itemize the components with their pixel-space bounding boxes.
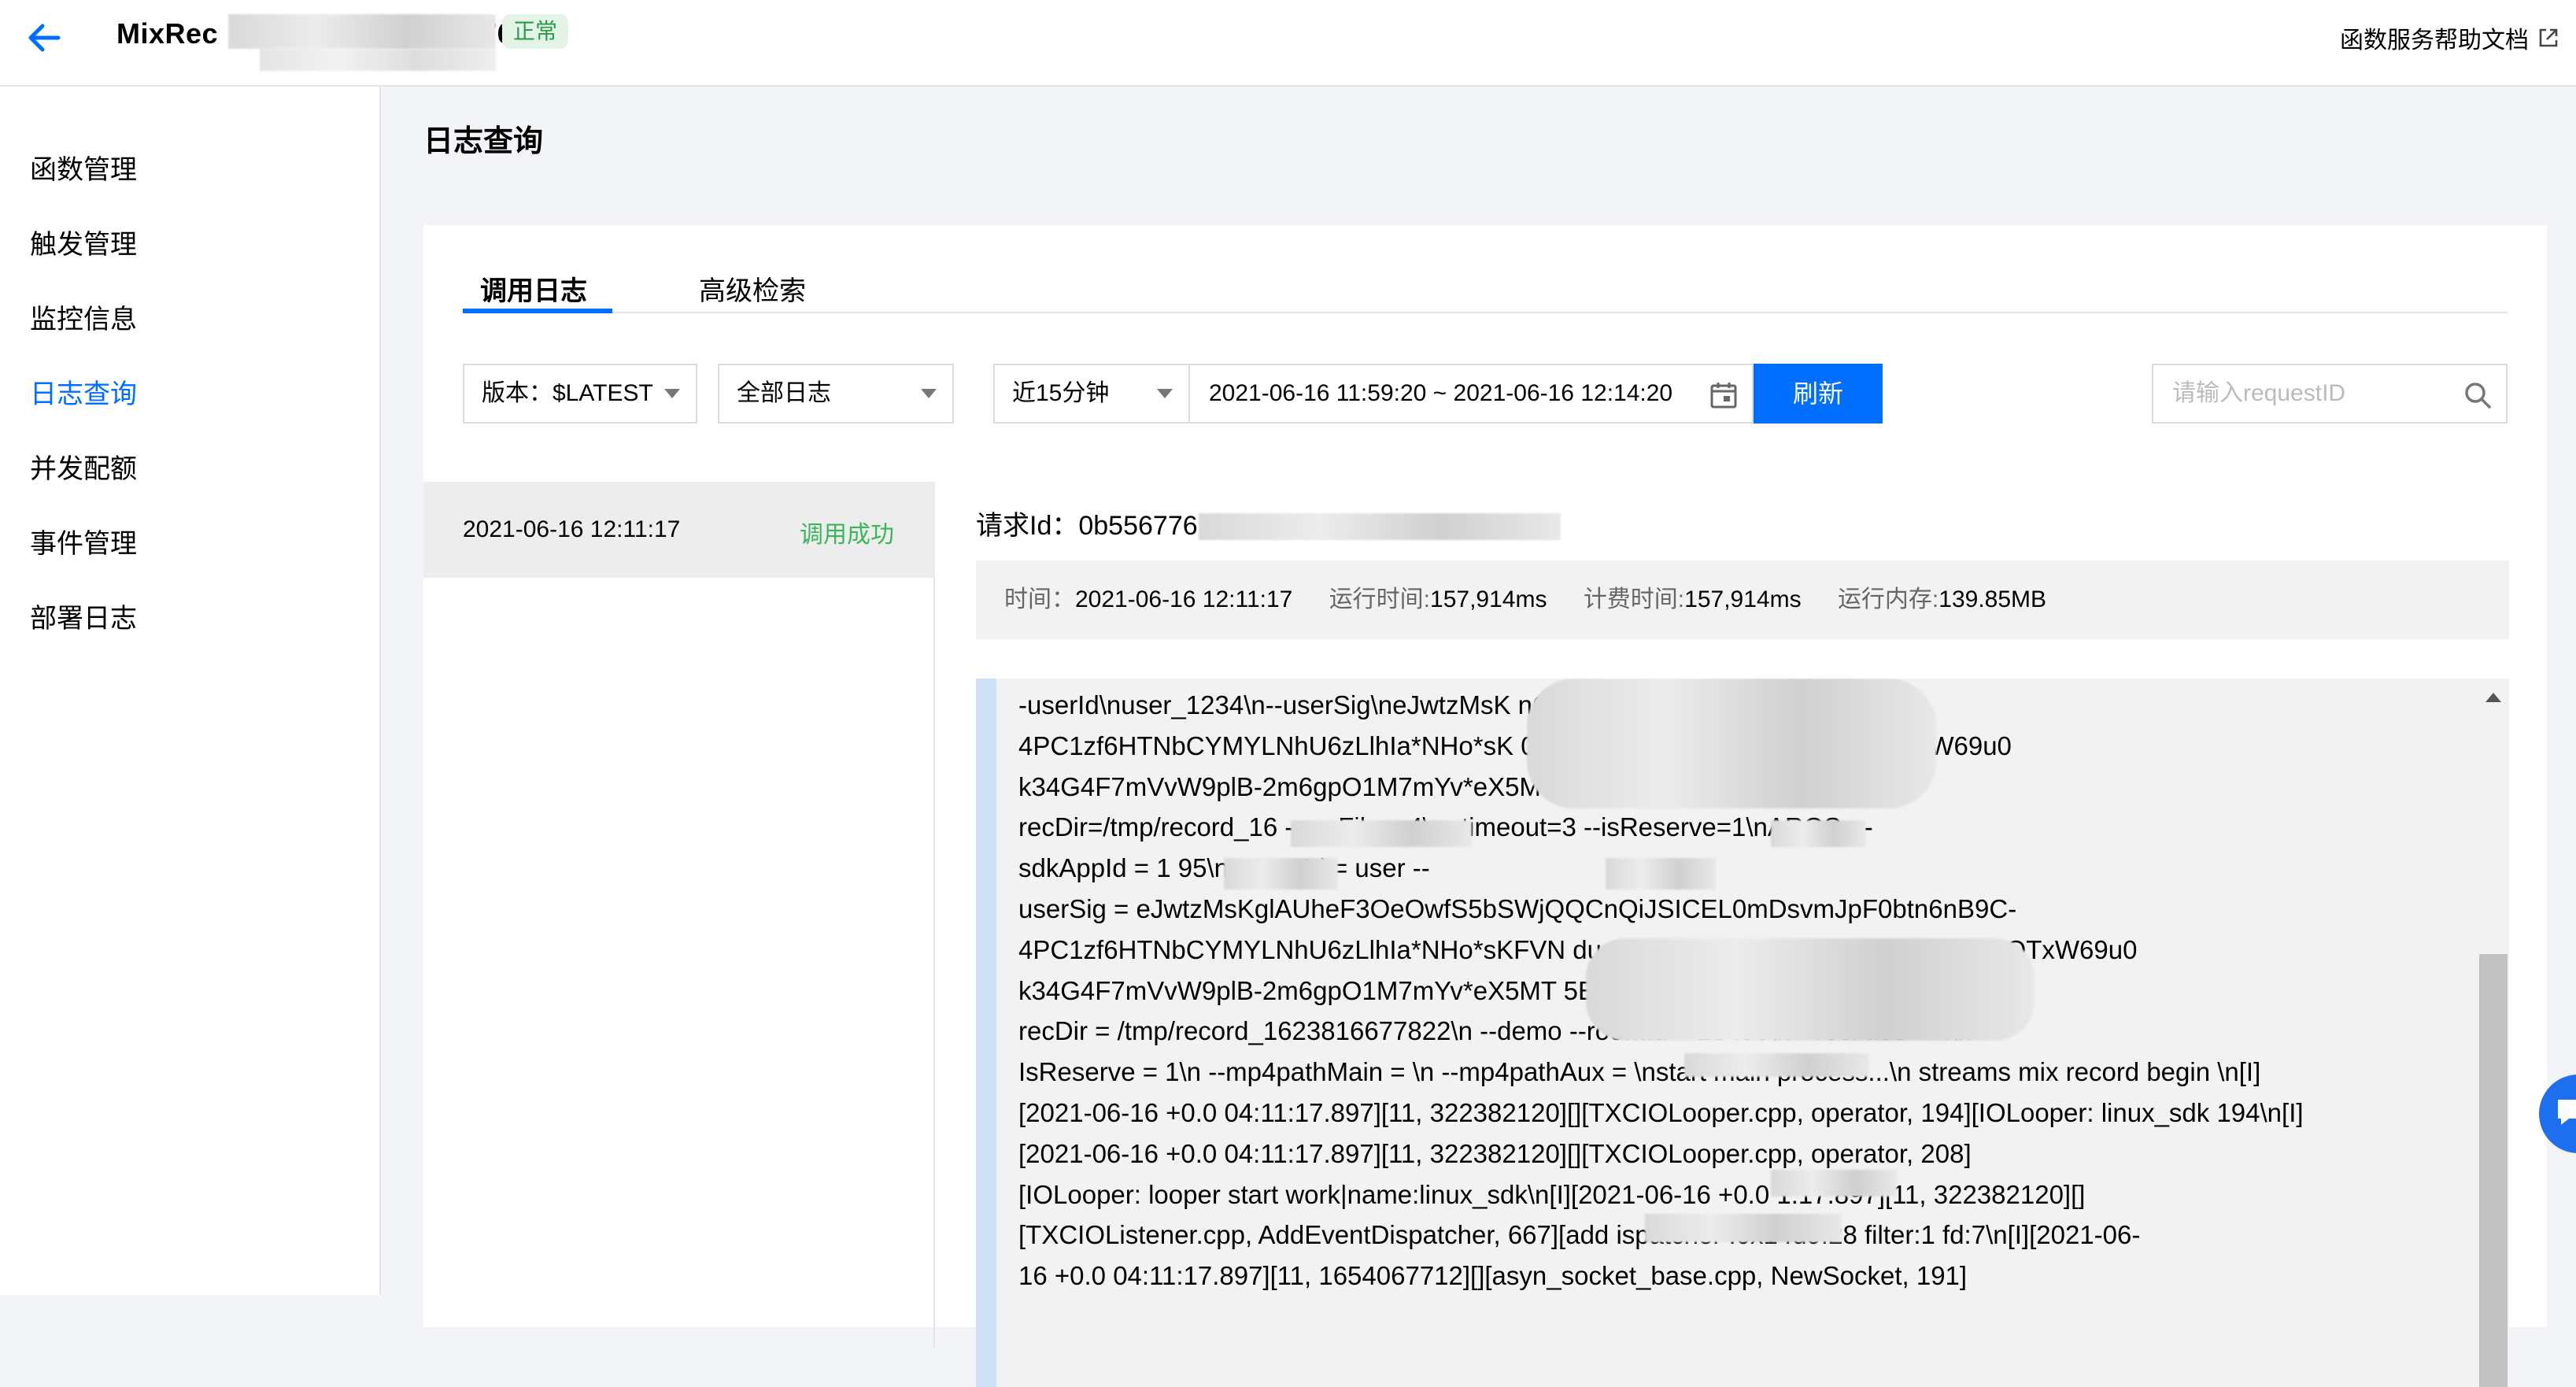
caret-down-icon (921, 389, 937, 398)
back-button[interactable] (22, 16, 66, 60)
sidebar-item-concurrency-quota[interactable]: 并发配额 (30, 447, 137, 486)
chat-icon (2558, 1100, 2576, 1125)
request-id-input[interactable] (2153, 365, 2437, 422)
tab-bar: 调用日志 高级检索 (463, 269, 2508, 313)
date-range-picker[interactable]: 2021-06-16 11:59:20 ~ 2021-06-16 12:14:2… (1188, 364, 1754, 423)
log-list: 2021-06-16 12:11:17 调用成功 (423, 482, 935, 1348)
tab-invocation-logs[interactable]: 调用日志 (480, 269, 587, 313)
refresh-button[interactable]: 刷新 (1754, 364, 1883, 423)
version-select[interactable]: 版本：$LATEST (463, 364, 697, 423)
log-line: userSig = eJwtzMsKglAUheF3OeOwfS5bSWjQQC… (1018, 893, 2017, 923)
redacted-area (1771, 820, 1865, 847)
page-title: 日志查询 (423, 125, 544, 158)
top-header: MixRec1623317776 正常 函数服务帮助文档 (0, 0, 2576, 87)
date-range-value: 2021-06-16 11:59:20 ~ 2021-06-16 12:14:2… (1209, 380, 1673, 406)
scroll-up-arrow-icon[interactable] (2485, 693, 2501, 702)
redacted-area (1771, 1170, 1897, 1197)
redacted-area (1224, 858, 1338, 890)
log-line: [2021-06-16 +0.0 04:11:17.897][11, 32238… (1018, 1097, 2304, 1127)
redacted-area (260, 49, 496, 71)
log-scrollbar-thumb[interactable] (2479, 954, 2508, 1387)
log-type-select[interactable]: 全部日志 (718, 364, 954, 423)
time-span-select[interactable]: 近15分钟 (993, 364, 1190, 423)
caret-down-icon (664, 389, 680, 398)
log-line: 16 +0.0 04:11:17.897][11, 1654067712][][… (1018, 1261, 1968, 1291)
redacted-area (1684, 1053, 1869, 1077)
search-icon[interactable] (2462, 379, 2493, 411)
log-line: [IOLooper: looper start work|name:linux_… (1018, 1179, 2086, 1209)
log-item-status: 调用成功 (800, 522, 894, 548)
time-span-select-value: 近15分钟 (1012, 380, 1110, 406)
active-tab-indicator (463, 309, 612, 313)
log-line: recDir=/tmp/record_16 --recFiles=4\n--ti… (1018, 812, 1873, 842)
log-item-time: 2021-06-16 12:11:17 (463, 516, 681, 542)
log-level-bar (976, 679, 996, 1387)
sidebar-item-deploy-logs[interactable]: 部署日志 (30, 597, 137, 635)
redacted-area (1291, 820, 1472, 847)
sidebar-item-monitoring[interactable]: 监控信息 (30, 298, 137, 336)
function-title-prefix: MixRec (116, 17, 219, 50)
sidebar-item-function-management[interactable]: 函数管理 (30, 148, 137, 187)
log-type-select-value: 全部日志 (737, 380, 831, 406)
redacted-area (1645, 1214, 1842, 1242)
list-item[interactable]: 2021-06-16 12:11:17 调用成功 (423, 482, 935, 578)
request-id-search (2152, 364, 2508, 423)
redacted-area (1527, 679, 1936, 808)
sidebar-item-log-query[interactable]: 日志查询 (30, 372, 137, 411)
log-line: [2021-06-16 +0.0 04:11:17.897][11, 32238… (1018, 1138, 1972, 1168)
help-docs-label: 函数服务帮助文档 (2340, 28, 2529, 54)
version-select-value: 版本：$LATEST (482, 380, 653, 406)
sidebar: 函数管理 触发管理 监控信息 日志查询 并发配额 事件管理 部署日志 (0, 87, 381, 1295)
redacted-area (1586, 938, 2035, 1041)
help-docs-link[interactable]: 函数服务帮助文档 (2340, 20, 2560, 55)
sidebar-item-event-management[interactable]: 事件管理 (30, 522, 137, 560)
log-content[interactable]: -userId\nuser_1234\n--userSig\neJwtzMsK … (976, 679, 2509, 1387)
redacted-area (1606, 858, 1716, 890)
caret-down-icon (1157, 389, 1173, 398)
redacted-area (228, 14, 496, 49)
external-link-icon (2539, 28, 2558, 47)
back-arrow-icon[interactable] (27, 22, 61, 54)
status-badge: 正常 (502, 14, 569, 49)
sidebar-item-trigger-management[interactable]: 触发管理 (30, 223, 137, 261)
calendar-icon (1710, 383, 1737, 409)
tab-advanced-search[interactable]: 高级检索 (699, 269, 806, 313)
